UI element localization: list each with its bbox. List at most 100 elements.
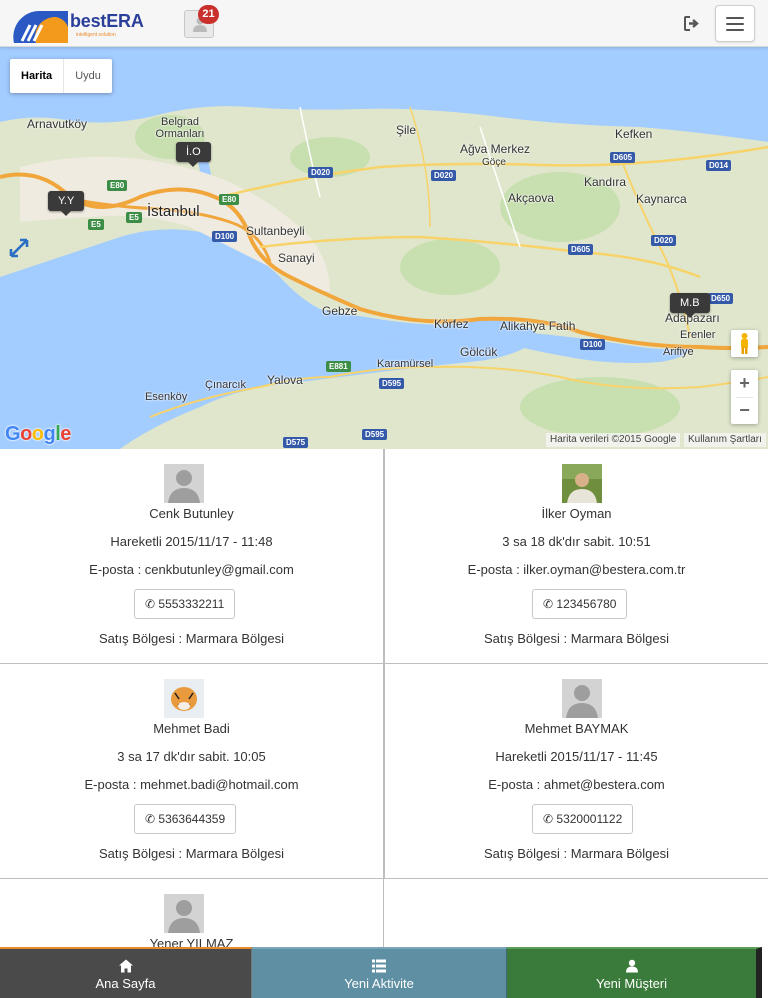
- road-shield: D020: [431, 170, 457, 181]
- map-place-label: Yalova: [267, 373, 303, 387]
- phone-button[interactable]: ✆ 5363644359: [134, 804, 237, 834]
- salesperson-email[interactable]: E-posta : ilker.oyman@bestera.com.tr: [385, 562, 768, 577]
- nav-home-button[interactable]: Ana Sayfa: [0, 947, 252, 998]
- default-avatar-icon: [562, 679, 602, 718]
- notification-badge: 21: [198, 5, 219, 24]
- salesperson-status: 3 sa 17 dk'dır sabit. 10:05: [117, 749, 266, 764]
- tiger-avatar-icon: [164, 679, 204, 718]
- nav-new-customer-button[interactable]: Yeni Müşteri: [507, 947, 762, 998]
- map-place-label: Arnavutköy: [27, 117, 88, 131]
- zoom-out-button[interactable]: −: [731, 397, 758, 424]
- salesperson-status: Hareketli 2015/11/17 - 11:45: [495, 749, 658, 764]
- map-place-label: Ağva Merkez: [460, 142, 531, 156]
- logo-mark-icon: [13, 10, 68, 43]
- map-marker[interactable]: Y.Y: [48, 191, 85, 216]
- map-place-label: Gölcük: [460, 345, 498, 359]
- phone-button[interactable]: ✆ 5320001122: [532, 804, 634, 834]
- map-place-label: Göçe: [482, 157, 506, 168]
- street-view-pegman[interactable]: [731, 330, 758, 357]
- salesperson-status: Hareketli 2015/11/17 - 11:48: [110, 534, 273, 549]
- map-terms-link[interactable]: Kullanım Şartları: [684, 433, 766, 447]
- salesperson-name: Mehmet BAYMAK: [524, 721, 629, 736]
- hamburger-icon: [726, 17, 744, 19]
- salesperson-status: 3 sa 18 dk'dır sabit. 10:51: [502, 534, 651, 549]
- salesperson-card[interactable]: Mehmet BAYMAK Hareketli 2015/11/17 - 11:…: [384, 664, 768, 879]
- map-place-label: Kaynarca: [636, 192, 687, 206]
- road-shield: D020: [651, 235, 677, 246]
- map-place-label: Körfez: [434, 317, 469, 331]
- road-shield: E5: [126, 212, 142, 223]
- road-shield: E5: [88, 219, 104, 230]
- map-place-label: Karamürsel: [377, 358, 434, 370]
- list-icon: [372, 959, 386, 973]
- sign-out-icon[interactable]: [684, 16, 700, 31]
- map-place-label: Alikahya Fatih: [500, 319, 576, 333]
- map-place-label: İstanbul: [147, 203, 200, 220]
- salesperson-email[interactable]: E-posta : cenkbutunley@gmail.com: [0, 562, 383, 577]
- salesperson-region: Satış Bölgesi : Marmara Bölgesi: [99, 631, 284, 646]
- brand-name: bestERA: [70, 11, 144, 31]
- road-shield: D020: [308, 167, 334, 178]
- bottom-navigation: Ana Sayfa Yeni Aktivite Yeni Müşteri: [0, 947, 768, 998]
- map-attribution: Harita verileri ©2015 Google: [546, 433, 681, 447]
- road-shield: D014: [706, 160, 732, 171]
- map-marker[interactable]: M.B: [670, 293, 710, 318]
- salesperson-name: İlker Oyman: [541, 506, 612, 521]
- salesperson-card[interactable]: İlker Oyman 3 sa 18 dk'dır sabit. 10:51 …: [384, 449, 768, 664]
- road-shield: D595: [379, 378, 405, 389]
- expand-icon[interactable]: [8, 237, 30, 259]
- map-place-label: Akçaova: [508, 191, 555, 205]
- map-place-label: Şile: [396, 123, 417, 137]
- phone-icon: ✆: [145, 812, 156, 826]
- google-logo: Google: [5, 423, 71, 445]
- map-place-label: Belgrad Ormanları: [155, 116, 205, 140]
- map-view[interactable]: Harita Uydu Arnavutköy Belgrad Ormanları…: [0, 47, 768, 449]
- phone-icon: ✆: [145, 597, 156, 611]
- road-shield: D100: [580, 339, 606, 350]
- salesperson-email[interactable]: E-posta : ahmet@bestera.com: [385, 777, 768, 792]
- road-shield: D650: [708, 293, 734, 304]
- user-icon: [625, 959, 638, 973]
- map-place-label: Sultanbeyli: [246, 224, 305, 238]
- pegman-icon: [741, 333, 748, 354]
- map-marker[interactable]: İ.O: [176, 142, 211, 167]
- home-icon: [118, 959, 133, 973]
- map-type-control: Harita Uydu: [10, 59, 112, 93]
- menu-toggle-button[interactable]: [715, 5, 755, 42]
- salesperson-email[interactable]: E-posta : mehmet.badi@hotmail.com: [0, 777, 383, 792]
- map-place-label: Erenler: [680, 329, 716, 341]
- salesperson-region: Satış Bölgesi : Marmara Bölgesi: [484, 631, 669, 646]
- phone-icon: ✆: [543, 597, 554, 611]
- road-shield: D100: [212, 231, 238, 242]
- app-header: bestERA intelligent solution 21: [0, 0, 768, 47]
- road-shield: E881: [326, 361, 351, 372]
- photo-avatar-icon: [562, 464, 602, 503]
- map-place-label: Kefken: [615, 127, 653, 141]
- map-type-map-button[interactable]: Harita: [10, 59, 65, 93]
- default-avatar-icon: [164, 464, 204, 503]
- road-shield: D605: [610, 152, 636, 163]
- map-type-satellite-button[interactable]: Uydu: [64, 59, 112, 93]
- road-shield: E80: [107, 180, 128, 191]
- default-avatar-icon: [164, 894, 204, 933]
- map-place-label: Gebze: [322, 304, 358, 318]
- map-place-label: Sanayi: [278, 251, 315, 265]
- zoom-control: + −: [731, 370, 758, 424]
- phone-button[interactable]: ✆ 5553332211: [134, 589, 236, 619]
- salesperson-card[interactable]: Cenk Butunley Hareketli 2015/11/17 - 11:…: [0, 449, 384, 664]
- zoom-in-button[interactable]: +: [731, 370, 758, 397]
- salesperson-name: Cenk Butunley: [149, 506, 234, 521]
- map-place-label: Esenköy: [145, 391, 188, 403]
- road-shield: D605: [568, 244, 594, 255]
- road-shield: E80: [219, 194, 240, 205]
- map-place-label: Çınarcık: [205, 379, 246, 391]
- salesperson-region: Satış Bölgesi : Marmara Bölgesi: [484, 846, 669, 861]
- brand-tagline: intelligent solution: [76, 32, 116, 38]
- map-place-label: Kandıra: [584, 175, 627, 189]
- salesperson-name: Mehmet Badi: [153, 721, 230, 736]
- phone-button[interactable]: ✆ 123456780: [532, 589, 628, 619]
- nav-new-activity-button[interactable]: Yeni Aktivite: [252, 947, 507, 998]
- road-shield: D595: [362, 429, 388, 440]
- salesperson-card[interactable]: Mehmet Badi 3 sa 17 dk'dır sabit. 10:05 …: [0, 664, 384, 879]
- road-shield: D575: [283, 437, 309, 448]
